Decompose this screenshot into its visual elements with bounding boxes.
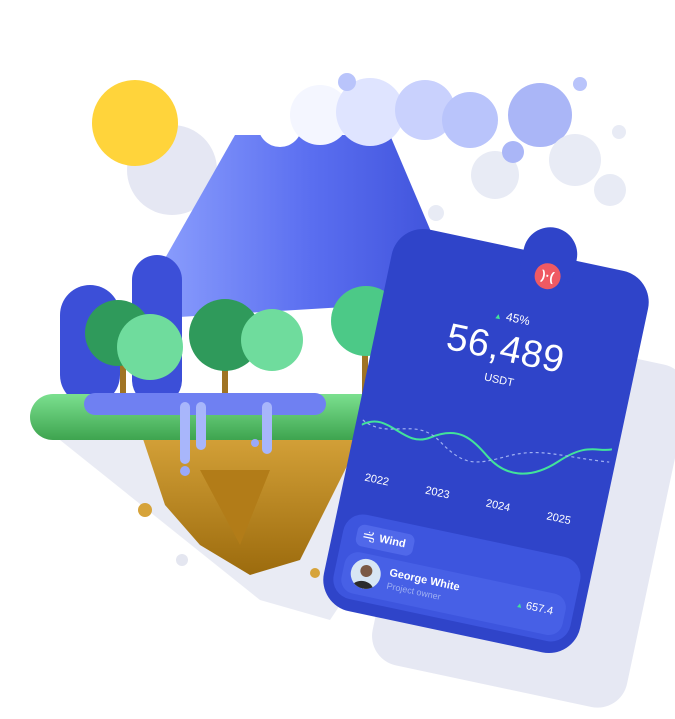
project-panel: Wind George White Project owner ▲657.4 [329,510,585,646]
year-label: 2023 [424,484,451,502]
owner-stat-value: 657.4 [524,600,555,618]
owner-stat: ▲657.4 [515,598,555,618]
trend-chart [361,419,613,475]
avatar [347,556,384,592]
year-label: 2025 [545,510,572,528]
year-label: 2022 [363,471,390,489]
year-label: 2024 [484,497,512,515]
trend-line [361,420,613,475]
change-percent-value: 45% [504,309,532,329]
owner-row[interactable]: George White Project owner ▲657.4 [338,549,569,638]
wind-icon [363,530,375,543]
wind-chip-label: Wind [378,533,407,551]
wind-chip[interactable]: Wind [354,523,416,557]
card-layer: )·( ▲ 45% 56,489 USDT 2022 2023 2024 2025… [0,0,675,719]
trend-up-icon: ▲ [515,601,524,611]
trend-up-icon: ▲ [493,311,503,322]
trend-line-secondary [362,419,610,463]
wallet-card[interactable]: )·( ▲ 45% 56,489 USDT 2022 2023 2024 2025… [317,222,655,659]
